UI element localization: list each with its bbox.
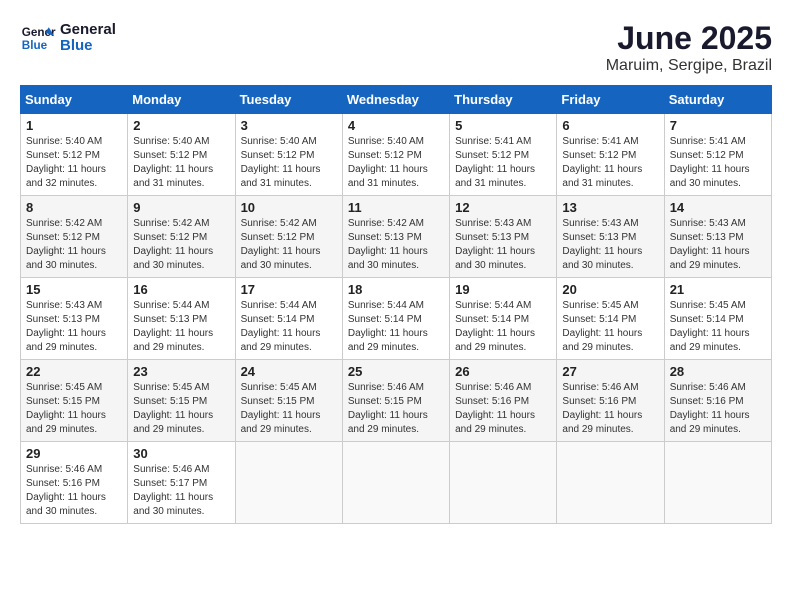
day-cell: 7 Sunrise: 5:41 AMSunset: 5:12 PMDayligh… bbox=[664, 114, 771, 196]
day-cell: 21 Sunrise: 5:45 AMSunset: 5:14 PMDaylig… bbox=[664, 278, 771, 360]
col-thursday: Thursday bbox=[450, 86, 557, 114]
day-cell: 3 Sunrise: 5:40 AMSunset: 5:12 PMDayligh… bbox=[235, 114, 342, 196]
svg-text:Blue: Blue bbox=[22, 39, 48, 52]
day-cell: 6 Sunrise: 5:41 AMSunset: 5:12 PMDayligh… bbox=[557, 114, 664, 196]
logo-line2: Blue bbox=[60, 38, 116, 55]
table-row: 15 Sunrise: 5:43 AMSunset: 5:13 PMDaylig… bbox=[21, 278, 772, 360]
month-title: June 2025 bbox=[606, 20, 772, 57]
empty-cell bbox=[235, 442, 342, 524]
day-cell: 16 Sunrise: 5:44 AMSunset: 5:13 PMDaylig… bbox=[128, 278, 235, 360]
title-area: June 2025 Maruim, Sergipe, Brazil bbox=[606, 20, 772, 75]
header-row: Sunday Monday Tuesday Wednesday Thursday… bbox=[21, 86, 772, 114]
empty-cell bbox=[342, 442, 449, 524]
day-cell: 22 Sunrise: 5:45 AMSunset: 5:15 PMDaylig… bbox=[21, 360, 128, 442]
col-saturday: Saturday bbox=[664, 86, 771, 114]
day-cell: 10 Sunrise: 5:42 AMSunset: 5:12 PMDaylig… bbox=[235, 196, 342, 278]
day-cell: 4 Sunrise: 5:40 AMSunset: 5:12 PMDayligh… bbox=[342, 114, 449, 196]
empty-cell bbox=[557, 442, 664, 524]
logo: General Blue General Blue bbox=[20, 20, 116, 56]
day-cell: 9 Sunrise: 5:42 AMSunset: 5:12 PMDayligh… bbox=[128, 196, 235, 278]
day-cell: 20 Sunrise: 5:45 AMSunset: 5:14 PMDaylig… bbox=[557, 278, 664, 360]
day-cell: 26 Sunrise: 5:46 AMSunset: 5:16 PMDaylig… bbox=[450, 360, 557, 442]
table-row: 22 Sunrise: 5:45 AMSunset: 5:15 PMDaylig… bbox=[21, 360, 772, 442]
day-cell: 27 Sunrise: 5:46 AMSunset: 5:16 PMDaylig… bbox=[557, 360, 664, 442]
day-cell: 24 Sunrise: 5:45 AMSunset: 5:15 PMDaylig… bbox=[235, 360, 342, 442]
location-title: Maruim, Sergipe, Brazil bbox=[606, 57, 772, 75]
logo-line1: General bbox=[60, 22, 116, 39]
col-sunday: Sunday bbox=[21, 86, 128, 114]
empty-cell bbox=[450, 442, 557, 524]
table-row: 1 Sunrise: 5:40 AMSunset: 5:12 PMDayligh… bbox=[21, 114, 772, 196]
day-cell: 14 Sunrise: 5:43 AMSunset: 5:13 PMDaylig… bbox=[664, 196, 771, 278]
day-cell: 28 Sunrise: 5:46 AMSunset: 5:16 PMDaylig… bbox=[664, 360, 771, 442]
table-row: 8 Sunrise: 5:42 AMSunset: 5:12 PMDayligh… bbox=[21, 196, 772, 278]
day-cell: 30 Sunrise: 5:46 AMSunset: 5:17 PMDaylig… bbox=[128, 442, 235, 524]
day-cell: 2 Sunrise: 5:40 AMSunset: 5:12 PMDayligh… bbox=[128, 114, 235, 196]
day-cell: 18 Sunrise: 5:44 AMSunset: 5:14 PMDaylig… bbox=[342, 278, 449, 360]
col-tuesday: Tuesday bbox=[235, 86, 342, 114]
day-cell: 29 Sunrise: 5:46 AMSunset: 5:16 PMDaylig… bbox=[21, 442, 128, 524]
day-cell: 5 Sunrise: 5:41 AMSunset: 5:12 PMDayligh… bbox=[450, 114, 557, 196]
day-cell: 25 Sunrise: 5:46 AMSunset: 5:15 PMDaylig… bbox=[342, 360, 449, 442]
day-cell: 19 Sunrise: 5:44 AMSunset: 5:14 PMDaylig… bbox=[450, 278, 557, 360]
day-cell: 11 Sunrise: 5:42 AMSunset: 5:13 PMDaylig… bbox=[342, 196, 449, 278]
day-cell: 15 Sunrise: 5:43 AMSunset: 5:13 PMDaylig… bbox=[21, 278, 128, 360]
day-cell: 8 Sunrise: 5:42 AMSunset: 5:12 PMDayligh… bbox=[21, 196, 128, 278]
logo-icon: General Blue bbox=[20, 20, 56, 56]
day-cell: 23 Sunrise: 5:45 AMSunset: 5:15 PMDaylig… bbox=[128, 360, 235, 442]
day-cell: 12 Sunrise: 5:43 AMSunset: 5:13 PMDaylig… bbox=[450, 196, 557, 278]
day-cell: 13 Sunrise: 5:43 AMSunset: 5:13 PMDaylig… bbox=[557, 196, 664, 278]
page-header: General Blue General Blue June 2025 Maru… bbox=[20, 20, 772, 75]
col-wednesday: Wednesday bbox=[342, 86, 449, 114]
table-row: 29 Sunrise: 5:46 AMSunset: 5:16 PMDaylig… bbox=[21, 442, 772, 524]
col-monday: Monday bbox=[128, 86, 235, 114]
col-friday: Friday bbox=[557, 86, 664, 114]
day-cell: 1 Sunrise: 5:40 AMSunset: 5:12 PMDayligh… bbox=[21, 114, 128, 196]
empty-cell bbox=[664, 442, 771, 524]
calendar-table: Sunday Monday Tuesday Wednesday Thursday… bbox=[20, 85, 772, 524]
day-cell: 17 Sunrise: 5:44 AMSunset: 5:14 PMDaylig… bbox=[235, 278, 342, 360]
